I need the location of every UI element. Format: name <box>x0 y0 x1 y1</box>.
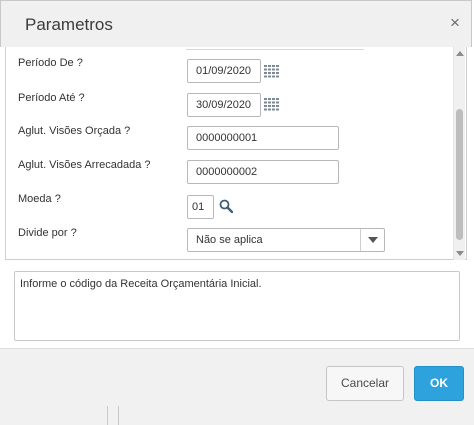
periodo-de-input[interactable]: 01/09/2020 <box>187 59 261 83</box>
aglut-orcada-input[interactable]: 0000000001 <box>187 126 339 150</box>
search-icon[interactable] <box>219 199 234 214</box>
panel-scrollbar[interactable] <box>453 47 465 260</box>
scroll-up-arrow-icon[interactable] <box>456 51 464 56</box>
background-divider <box>118 406 119 425</box>
aglut-arrecadada-label: Aglut. Visões Arrecadada ? <box>18 159 151 171</box>
parameters-dialog: Parametros × Período De ? 01/09/2020 Per… <box>0 0 474 425</box>
dialog-titlebar: Parametros × <box>0 0 472 47</box>
divide-por-select[interactable]: Não se aplica <box>187 228 385 252</box>
chevron-down-icon <box>368 237 378 243</box>
aglut-arrecadada-input[interactable]: 0000000002 <box>187 160 339 184</box>
calendar-icon[interactable] <box>264 65 280 78</box>
scrolled-field-edge <box>186 47 364 50</box>
dialog-footer: Cancelar OK <box>0 348 474 425</box>
divide-por-selected: Não se aplica <box>196 234 263 246</box>
scroll-thumb[interactable] <box>456 109 463 240</box>
periodo-de-label: Período De ? <box>18 57 83 69</box>
help-text-box: Informe o código da Receita Orçamentária… <box>14 271 460 341</box>
cancel-button[interactable]: Cancelar <box>326 366 404 401</box>
ok-button[interactable]: OK <box>414 366 464 401</box>
periodo-ate-label: Período Até ? <box>18 92 85 104</box>
dialog-title: Parametros <box>25 15 113 34</box>
divide-por-label: Divide por ? <box>18 227 77 239</box>
scroll-down-arrow-icon[interactable] <box>456 251 464 256</box>
select-divider <box>360 229 361 251</box>
calendar-icon[interactable] <box>264 98 280 111</box>
background-divider <box>107 406 108 425</box>
moeda-input[interactable]: 01 <box>187 195 214 219</box>
moeda-label: Moeda ? <box>18 193 61 205</box>
parameters-panel: Período De ? 01/09/2020 Período Até ? 30… <box>5 47 467 260</box>
periodo-ate-input[interactable]: 30/09/2020 <box>187 93 261 117</box>
aglut-orcada-label: Aglut. Visões Orçada ? <box>18 125 131 137</box>
close-icon[interactable]: × <box>447 14 463 31</box>
